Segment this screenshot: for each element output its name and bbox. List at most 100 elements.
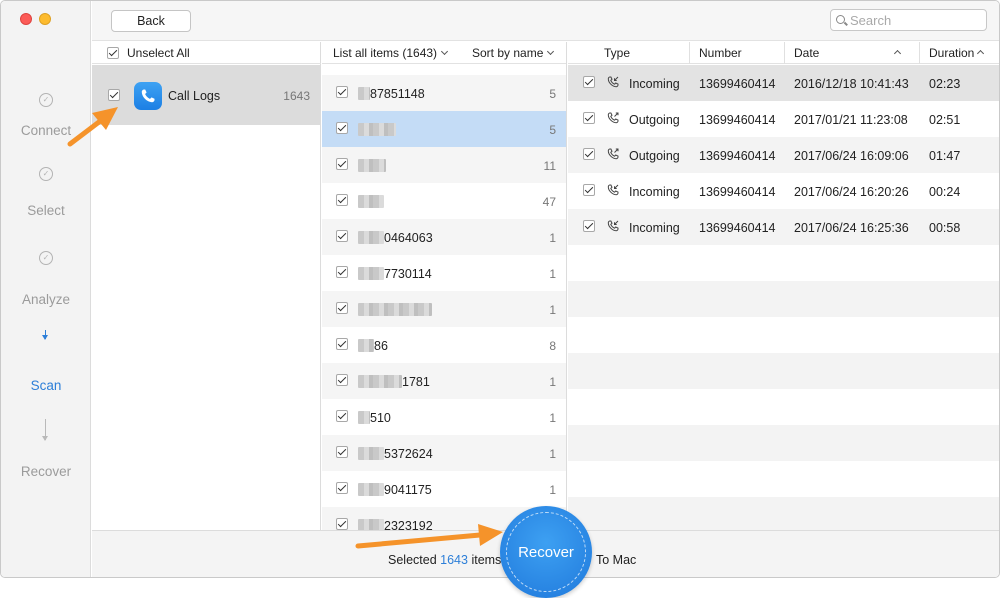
column-duration[interactable]: Duration [929,46,974,60]
empty-row [568,245,999,281]
recover-button[interactable]: Recover [500,506,592,598]
selection-summary: Selected 1643 items [388,553,501,567]
item-checkbox[interactable] [336,158,348,170]
call-duration: 01:47 [929,149,961,163]
list-item[interactable]: 86 8 [322,327,566,363]
sort-dropdown[interactable]: Sort by name [472,46,555,60]
table-row[interactable]: Incoming 13699460414 2016/12/18 10:41:43… [568,65,999,101]
list-item[interactable]: 0464063 1 [322,219,566,255]
close-window-button[interactable] [20,13,32,25]
sort-ascending-icon [893,49,902,58]
list-item[interactable]: 510 1 [322,399,566,435]
item-checkbox[interactable] [336,338,348,350]
empty-row [568,425,999,461]
category-item-call-logs[interactable]: Call Logs 1643 [92,65,321,125]
row-checkbox[interactable] [583,148,595,160]
row-checkbox[interactable] [583,184,595,196]
search-box[interactable] [830,9,987,31]
table-row[interactable]: Incoming 13699460414 2017/06/24 16:25:36… [568,209,999,245]
row-checkbox[interactable] [583,112,595,124]
item-count: 1 [549,375,556,389]
outgoing-call-icon [607,148,619,160]
column-type[interactable]: Type [604,46,630,60]
sort-ascending-icon [976,49,985,58]
column-number[interactable]: Number [699,46,742,60]
column-divider[interactable] [784,42,785,64]
blurred-name [358,123,396,136]
call-date: 2017/06/24 16:25:36 [794,221,909,235]
list-item[interactable]: 87851148 5 [322,75,566,111]
chevron-down-icon [441,47,449,56]
item-count: 5 [549,123,556,137]
unselect-all-checkbox[interactable] [107,47,119,59]
empty-row [568,353,999,389]
item-checkbox[interactable] [336,518,348,530]
item-number: 0464063 [384,231,433,245]
call-type: Incoming [629,221,680,235]
phone-icon [134,82,162,110]
back-button[interactable]: Back [111,10,191,32]
category-count: 1643 [283,89,310,103]
chevron-down-icon [547,47,555,56]
down-arrow-icon [42,330,48,340]
blurred-name [358,303,432,316]
call-type: Incoming [629,77,680,91]
list-all-items-dropdown[interactable]: List all items (1643) [333,46,449,60]
item-count: 1 [549,483,556,497]
blurred-name [358,195,384,208]
item-number: 7730114 [384,267,432,281]
item-checkbox[interactable] [336,410,348,422]
column-divider[interactable] [689,42,690,64]
table-header: Type Number Date Duration [568,42,999,64]
item-number: 5372624 [384,447,433,461]
item-checkbox[interactable] [336,230,348,242]
call-date: 2017/01/21 11:23:08 [794,113,908,127]
list-item[interactable]: 5372624 1 [322,435,566,471]
call-number: 13699460414 [699,185,776,199]
call-number: 13699460414 [699,221,776,235]
item-checkbox[interactable] [336,266,348,278]
minimize-window-button[interactable] [39,13,51,25]
list-item[interactable]: 9041175 1 [322,471,566,507]
list-item[interactable]: 5 [322,111,566,147]
empty-row [568,461,999,497]
list-item[interactable]: 1781 1 [322,363,566,399]
recover-button-label: Recover [518,544,574,561]
step-scan: Scan [30,378,62,393]
call-duration: 00:24 [929,185,961,199]
to-mac-label: To Mac [596,553,637,567]
item-count: 47 [542,195,556,209]
column-divider[interactable] [919,42,920,64]
list-item[interactable]: 47 [322,183,566,219]
item-checkbox[interactable] [336,374,348,386]
row-checkbox[interactable] [583,220,595,232]
item-checkbox[interactable] [336,446,348,458]
unselect-all-label[interactable]: Unselect All [127,46,190,60]
incoming-call-icon [607,184,619,196]
blurred-name [358,267,384,280]
selected-prefix: Selected [388,553,437,567]
list-item[interactable]: 1 [322,291,566,327]
call-date: 2017/06/24 16:20:26 [794,185,909,199]
call-date: 2017/06/24 16:09:06 [794,149,909,163]
blurred-name [358,483,384,496]
call-detail-table: Type Number Date Duration Incoming 13699… [568,42,999,530]
item-count: 8 [549,339,556,353]
row-checkbox[interactable] [583,76,595,88]
empty-row [568,317,999,353]
list-item[interactable]: 7730114 1 [322,255,566,291]
table-row[interactable]: Outgoing 13699460414 2017/01/21 11:23:08… [568,101,999,137]
item-checkbox[interactable] [336,302,348,314]
table-row[interactable]: Outgoing 13699460414 2017/06/24 16:09:06… [568,137,999,173]
item-checkbox[interactable] [336,482,348,494]
search-input[interactable] [850,12,980,28]
item-number: 86 [374,339,388,353]
list-item[interactable]: 11 [322,147,566,183]
category-checkbox[interactable] [108,89,120,101]
item-checkbox[interactable] [336,194,348,206]
call-date: 2016/12/18 10:41:43 [794,77,909,91]
item-checkbox[interactable] [336,86,348,98]
table-row[interactable]: Incoming 13699460414 2017/06/24 16:20:26… [568,173,999,209]
item-checkbox[interactable] [336,122,348,134]
column-date[interactable]: Date [794,46,819,60]
